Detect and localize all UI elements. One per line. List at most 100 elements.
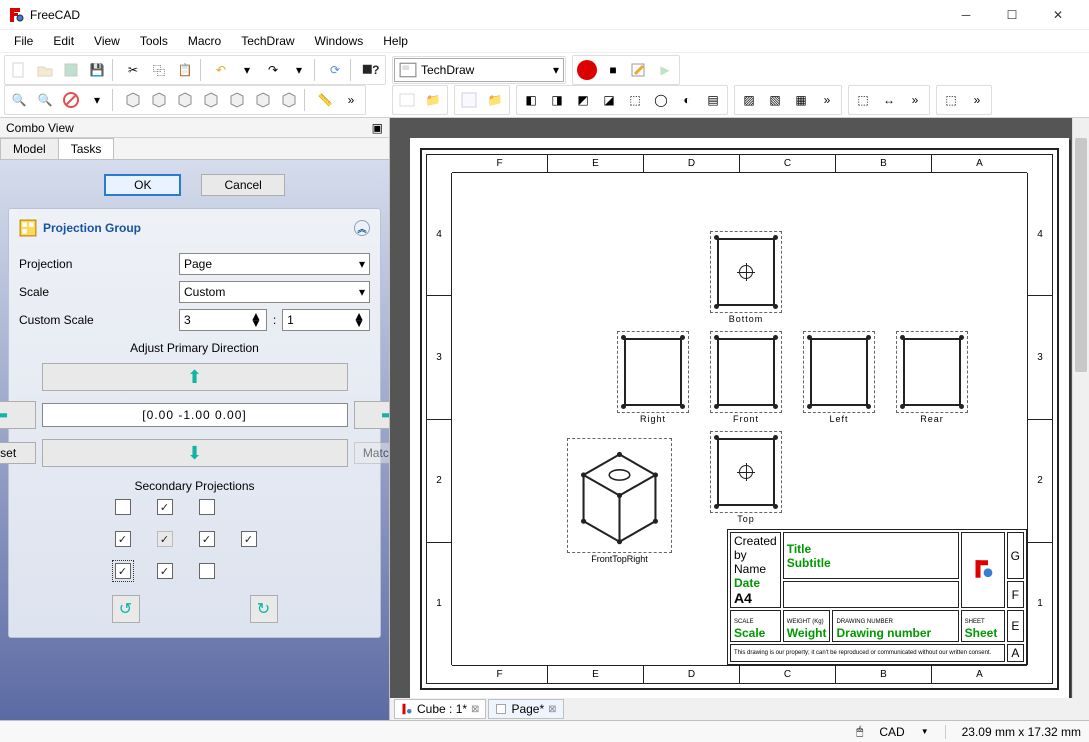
open-icon[interactable]	[32, 57, 58, 83]
combo-close-icon[interactable]: ▣	[372, 121, 383, 135]
macro-run-icon[interactable]: ▶	[652, 57, 678, 83]
bottom-view-icon[interactable]	[250, 87, 276, 113]
proj-check-1-0[interactable]	[115, 531, 131, 547]
menu-edit[interactable]: Edit	[43, 32, 84, 50]
mouse-mode-icon[interactable]: 🖱	[856, 724, 863, 739]
redo-dropdown-icon[interactable]: ▾	[286, 57, 312, 83]
doctab-page[interactable]: Page*⊠	[488, 699, 563, 719]
right-view-icon[interactable]	[198, 87, 224, 113]
td-dim-2-icon[interactable]: ↔	[876, 87, 902, 113]
left-view-icon[interactable]	[276, 87, 302, 113]
reset-button[interactable]: Reset	[0, 442, 36, 464]
projection-select[interactable]: Page ▾	[179, 253, 370, 275]
workbench-selector[interactable]: TechDraw ▾	[394, 58, 564, 82]
overflow-2-icon[interactable]: »	[814, 87, 840, 113]
top-view-icon[interactable]	[172, 87, 198, 113]
menu-techdraw[interactable]: TechDraw	[231, 32, 304, 50]
dir-right-button[interactable]: ➡	[354, 401, 390, 429]
td-folder-icon[interactable]: 📁	[420, 87, 446, 113]
cancel-button[interactable]: Cancel	[201, 174, 284, 196]
td-tool-8-icon[interactable]: ▤	[700, 87, 726, 113]
front-view-icon[interactable]	[146, 87, 172, 113]
rotate-ccw-button[interactable]: ↺	[112, 595, 140, 623]
td-hatch-2-icon[interactable]: ▧	[762, 87, 788, 113]
proj-check-0-1[interactable]	[157, 499, 173, 515]
menu-file[interactable]: File	[4, 32, 43, 50]
overflow-4-icon[interactable]: »	[964, 87, 990, 113]
macro-edit-icon[interactable]	[626, 57, 652, 83]
td-tool-4-icon[interactable]: ◪	[596, 87, 622, 113]
saveas-icon[interactable]: 💾	[84, 57, 110, 83]
proj-check-1-3[interactable]	[241, 531, 257, 547]
dir-left-button[interactable]: ⬅	[0, 401, 36, 429]
menu-macro[interactable]: Macro	[178, 32, 231, 50]
undo-icon[interactable]: ↶	[208, 57, 234, 83]
td-hatch-1-icon[interactable]: ▨	[736, 87, 762, 113]
td-hatch-3-icon[interactable]: ▦	[788, 87, 814, 113]
td-tool-5-icon[interactable]: ⬚	[622, 87, 648, 113]
menu-tools[interactable]: Tools	[130, 32, 178, 50]
td-new-page-icon[interactable]	[394, 87, 420, 113]
menu-view[interactable]: View	[84, 32, 130, 50]
close-icon[interactable]: ⊠	[548, 704, 556, 715]
view-front[interactable]: Front	[710, 331, 782, 413]
new-doc-icon[interactable]	[6, 57, 32, 83]
paste-icon[interactable]: 📋	[172, 57, 198, 83]
view-bottom[interactable]: Bottom	[710, 231, 782, 313]
td-tool-6-icon[interactable]: ◯	[648, 87, 674, 113]
view-top[interactable]: Top	[710, 431, 782, 513]
macro-record-icon[interactable]	[574, 57, 600, 83]
tab-model[interactable]: Model	[0, 138, 59, 159]
maximize-button[interactable]: ☐	[989, 0, 1035, 30]
td-dim-1-icon[interactable]: ⬚	[850, 87, 876, 113]
td-tool-2-icon[interactable]: ◨	[544, 87, 570, 113]
close-icon[interactable]: ⊠	[471, 704, 479, 715]
chevron-down-icon[interactable]: ▼	[921, 727, 929, 736]
rotate-cw-button[interactable]: ↻	[250, 595, 278, 623]
td-tool-1-icon[interactable]: ◧	[518, 87, 544, 113]
fit-all-icon[interactable]: 🔍	[6, 87, 32, 113]
close-button[interactable]: ✕	[1035, 0, 1081, 30]
proj-check-1-2[interactable]	[199, 531, 215, 547]
whatsthis-icon[interactable]: ⯀?	[358, 57, 384, 83]
proj-check-2-0[interactable]	[115, 563, 131, 579]
drawstyle-icon[interactable]	[58, 87, 84, 113]
refresh-icon[interactable]: ⟳	[322, 57, 348, 83]
dir-down-button[interactable]: ⬇	[42, 439, 348, 467]
td-insert-view-icon[interactable]	[456, 87, 482, 113]
ok-button[interactable]: OK	[104, 174, 181, 196]
drawstyle-dropdown-icon[interactable]: ▾	[84, 87, 110, 113]
collapse-icon[interactable]: ︽	[354, 220, 370, 236]
td-tool-7-icon[interactable]: ◐	[674, 87, 700, 113]
scale-select[interactable]: Custom ▾	[179, 281, 370, 303]
rear-view-icon[interactable]	[224, 87, 250, 113]
custom-scale-num-spinner[interactable]: 3▲▼	[179, 309, 267, 331]
view-iso[interactable]: FrontTopRight	[567, 438, 672, 553]
match3d-button[interactable]: Match 3D	[354, 442, 390, 464]
proj-check-2-1[interactable]	[157, 563, 173, 579]
doctab-cube[interactable]: Cube : 1*⊠	[394, 699, 486, 719]
v-scrollbar[interactable]	[1072, 118, 1089, 703]
overflow-3-icon[interactable]: »	[902, 87, 928, 113]
view-rear[interactable]: Rear	[896, 331, 968, 413]
overflow-1-icon[interactable]: »	[338, 87, 364, 113]
view-right[interactable]: Right	[617, 331, 689, 413]
minimize-button[interactable]: ─	[943, 0, 989, 30]
fit-selection-icon[interactable]: 🔍	[32, 87, 58, 113]
cut-icon[interactable]: ✂	[120, 57, 146, 83]
proj-check-2-2[interactable]	[199, 563, 215, 579]
td-export-icon[interactable]: ⬚	[938, 87, 964, 113]
td-folder2-icon[interactable]: 📁	[482, 87, 508, 113]
save-icon[interactable]	[58, 57, 84, 83]
nav-style[interactable]: CAD	[879, 725, 904, 739]
iso-view-icon[interactable]	[120, 87, 146, 113]
proj-check-0-2[interactable]	[199, 499, 215, 515]
copy-icon[interactable]: ⿻	[146, 57, 172, 83]
macro-stop-icon[interactable]: ■	[600, 57, 626, 83]
td-tool-3-icon[interactable]: ◩	[570, 87, 596, 113]
view-left[interactable]: Left	[803, 331, 875, 413]
menu-help[interactable]: Help	[373, 32, 418, 50]
dir-up-button[interactable]: ⬆	[42, 363, 348, 391]
proj-check-0-0[interactable]	[115, 499, 131, 515]
undo-dropdown-icon[interactable]: ▾	[234, 57, 260, 83]
